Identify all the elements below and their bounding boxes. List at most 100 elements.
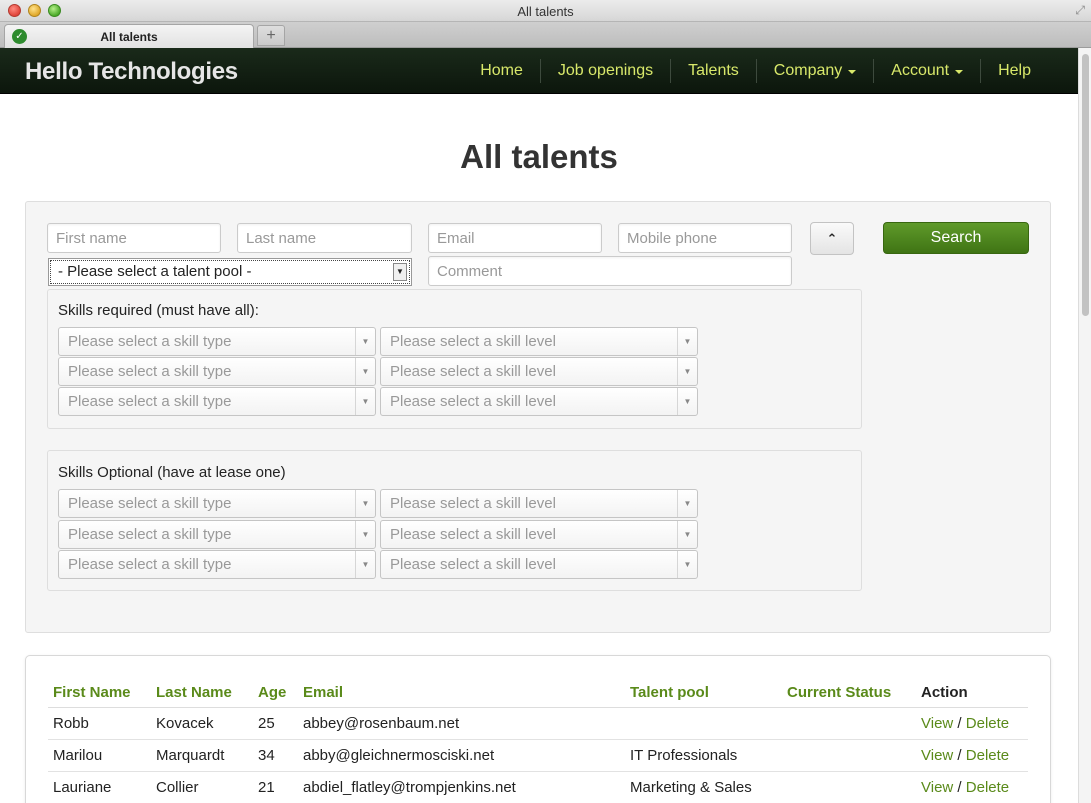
dropdown-arrow-icon: ▼: [677, 328, 697, 355]
nav-job-openings[interactable]: Job openings: [539, 59, 670, 83]
optional-skill-level-select-2[interactable]: Please select a skill level ▼: [380, 520, 698, 549]
cell-talent-pool: IT Professionals: [625, 739, 782, 772]
scrollbar-thumb[interactable]: [1082, 54, 1089, 316]
search-panel: - Please select a talent pool - ▼ ⌃ Sear…: [25, 201, 1051, 633]
required-skill-level-select-1[interactable]: Please select a skill level ▼: [380, 327, 698, 356]
action-separator: /: [957, 779, 962, 796]
nav-home[interactable]: Home: [463, 59, 540, 83]
cell-first-name: Lauriane: [48, 771, 151, 803]
nav-job-openings-label: Job openings: [557, 62, 654, 79]
column-header-age[interactable]: Age: [253, 676, 298, 708]
brand-logo[interactable]: Hello Technologies: [25, 58, 238, 86]
view-link[interactable]: View: [921, 715, 953, 732]
nav-talents[interactable]: Talents: [670, 59, 756, 83]
results-panel: First Name Last Name Age Email Talent po…: [25, 655, 1051, 803]
cell-email: abbey@rosenbaum.net: [298, 707, 625, 740]
select-placeholder: Please select a skill type: [68, 526, 232, 543]
collapse-filters-button[interactable]: ⌃: [810, 222, 854, 255]
comment-input[interactable]: [428, 256, 792, 286]
cell-first-name: Marilou: [48, 739, 151, 772]
optional-skill-level-select-1[interactable]: Please select a skill level ▼: [380, 489, 698, 518]
skills-required-box: Skills required (must have all): Please …: [47, 289, 862, 429]
table-row: Robb Kovacek 25 abbey@rosenbaum.net View…: [48, 707, 1028, 740]
required-skill-level-select-3[interactable]: Please select a skill level ▼: [380, 387, 698, 416]
dropdown-arrow-icon: ▼: [355, 490, 375, 517]
column-header-action: Action: [916, 676, 1028, 708]
last-name-input[interactable]: [237, 223, 412, 253]
select-placeholder: Please select a skill level: [390, 393, 556, 410]
cell-current-status: [782, 771, 916, 803]
new-tab-button[interactable]: +: [257, 25, 285, 46]
select-placeholder: Please select a skill level: [390, 556, 556, 573]
cell-age: 21: [253, 771, 298, 803]
optional-skill-level-select-3[interactable]: Please select a skill level ▼: [380, 550, 698, 579]
cell-action: View / Delete: [916, 771, 1028, 803]
window-title: All talents: [517, 4, 574, 19]
dropdown-arrow-icon: ▼: [355, 551, 375, 578]
cell-last-name: Collier: [151, 771, 253, 803]
select-placeholder: Please select a skill type: [68, 556, 232, 573]
dropdown-arrow-icon: ▼: [393, 263, 407, 281]
required-skill-type-select-1[interactable]: Please select a skill type ▼: [58, 327, 376, 356]
nav-help[interactable]: Help: [980, 59, 1048, 83]
mobile-phone-input[interactable]: [618, 223, 792, 253]
skills-optional-box: Skills Optional (have at lease one) Plea…: [47, 450, 862, 591]
delete-link[interactable]: Delete: [966, 715, 1009, 732]
action-separator: /: [957, 715, 962, 732]
optional-skill-type-select-1[interactable]: Please select a skill type ▼: [58, 489, 376, 518]
cell-talent-pool: Marketing & Sales: [625, 771, 782, 803]
talent-pool-selected-value: - Please select a talent pool -: [58, 263, 252, 280]
fullscreen-icon[interactable]: ⤢: [1075, 3, 1085, 18]
cell-email: abby@gleichnermosciski.net: [298, 739, 625, 772]
nav-account-label: Account: [891, 62, 950, 79]
vertical-scrollbar[interactable]: [1078, 48, 1091, 803]
main-nav: Home Job openings Talents Company Accoun…: [463, 48, 1048, 94]
search-button[interactable]: Search: [883, 222, 1029, 254]
dropdown-arrow-icon: ▼: [355, 328, 375, 355]
optional-skill-type-select-3[interactable]: Please select a skill type ▼: [58, 550, 376, 579]
table-row: Lauriane Collier 21 abdiel_flatley@tromp…: [48, 771, 1028, 803]
required-skill-type-select-2[interactable]: Please select a skill type ▼: [58, 357, 376, 386]
optional-skill-type-select-2[interactable]: Please select a skill type ▼: [58, 520, 376, 549]
column-header-email[interactable]: Email: [298, 676, 625, 708]
delete-link[interactable]: Delete: [966, 747, 1009, 764]
select-placeholder: Please select a skill level: [390, 363, 556, 380]
delete-link[interactable]: Delete: [966, 779, 1009, 796]
view-link[interactable]: View: [921, 747, 953, 764]
column-header-last-name[interactable]: Last Name: [151, 676, 253, 708]
column-header-talent-pool[interactable]: Talent pool: [625, 676, 782, 708]
dropdown-arrow-icon: ▼: [677, 551, 697, 578]
browser-tab-all-talents[interactable]: ✓ All talents: [4, 24, 254, 48]
table-row: Marilou Marquardt 34 abby@gleichnermosci…: [48, 739, 1028, 772]
talents-table: First Name Last Name Age Email Talent po…: [48, 676, 1028, 803]
cell-action: View / Delete: [916, 739, 1028, 772]
nav-company[interactable]: Company: [755, 59, 873, 83]
dropdown-arrow-icon: ▼: [355, 388, 375, 415]
first-name-input[interactable]: [47, 223, 221, 253]
nav-account[interactable]: Account: [873, 59, 980, 83]
nav-home-label: Home: [480, 62, 523, 79]
email-input[interactable]: [428, 223, 602, 253]
nav-company-label: Company: [773, 62, 843, 79]
skills-required-title: Skills required (must have all):: [58, 302, 259, 319]
cell-first-name: Robb: [48, 707, 151, 740]
select-placeholder: Please select a skill type: [68, 393, 232, 410]
required-skill-level-select-2[interactable]: Please select a skill level ▼: [380, 357, 698, 386]
column-header-current-status[interactable]: Current Status: [782, 676, 916, 708]
select-placeholder: Please select a skill level: [390, 495, 556, 512]
dropdown-arrow-icon: ▼: [677, 358, 697, 385]
dropdown-arrow-icon: ▼: [677, 521, 697, 548]
tab-label: All talents: [100, 30, 158, 44]
cell-email: abdiel_flatley@trompjenkins.net: [298, 771, 625, 803]
select-placeholder: Please select a skill type: [68, 363, 232, 380]
required-skill-type-select-3[interactable]: Please select a skill type ▼: [58, 387, 376, 416]
skills-optional-title: Skills Optional (have at lease one): [58, 464, 286, 481]
page-title: All talents: [460, 138, 618, 175]
view-link[interactable]: View: [921, 779, 953, 796]
select-placeholder: Please select a skill type: [68, 495, 232, 512]
cell-last-name: Kovacek: [151, 707, 253, 740]
dropdown-arrow-icon: ▼: [355, 358, 375, 385]
column-header-first-name[interactable]: First Name: [48, 676, 151, 708]
talent-pool-select[interactable]: - Please select a talent pool - ▼: [48, 258, 412, 286]
nav-talents-label: Talents: [688, 62, 739, 79]
